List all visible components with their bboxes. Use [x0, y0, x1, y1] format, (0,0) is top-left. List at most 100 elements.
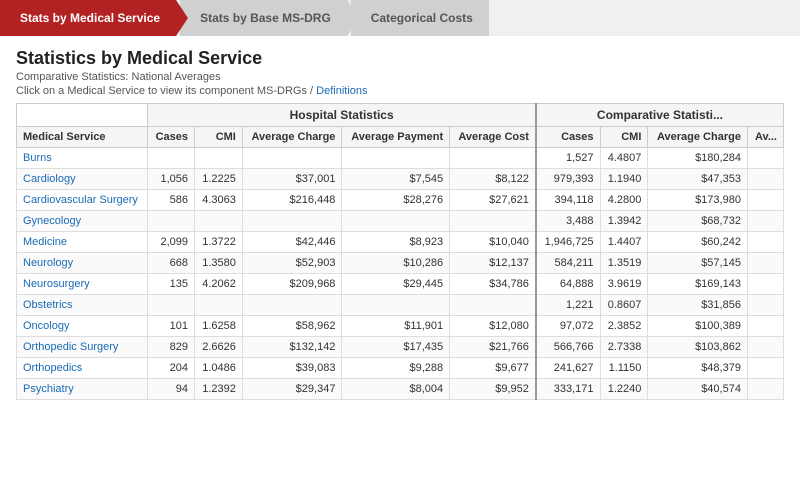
cell-nat_cases: 566,766	[536, 337, 600, 358]
cell-nat_charge: $31,856	[648, 295, 748, 316]
table-row: Neurosurgery1354.2062$209,968$29,445$34,…	[17, 274, 784, 295]
table-row: Psychiatry941.2392$29,347$8,004$9,952333…	[17, 379, 784, 400]
cell-nat_extra	[747, 274, 783, 295]
service-link[interactable]: Cardiology	[23, 173, 76, 185]
col-nat-cases: Cases	[536, 127, 600, 148]
cell-service: Obstetrics	[17, 295, 148, 316]
cell-cases	[148, 148, 195, 169]
cell-nat_extra	[747, 253, 783, 274]
service-link[interactable]: Neurosurgery	[23, 278, 90, 290]
cell-cases: 668	[148, 253, 195, 274]
cell-nat_cmi: 4.2800	[600, 190, 648, 211]
table-row: Medicine2,0991.3722$42,446$8,923$10,0401…	[17, 232, 784, 253]
cell-cases: 101	[148, 316, 195, 337]
nav-stats-medical-service[interactable]: Stats by Medical Service	[0, 0, 176, 36]
cell-nat_cmi: 1.2240	[600, 379, 648, 400]
cell-nat_extra	[747, 316, 783, 337]
cell-nat_cases: 97,072	[536, 316, 600, 337]
cell-avg_payment: $7,545	[342, 169, 450, 190]
cell-nat_extra	[747, 295, 783, 316]
cell-nat_cases: 241,627	[536, 358, 600, 379]
cell-nat_charge: $57,145	[648, 253, 748, 274]
cell-avg_cost: $9,677	[450, 358, 536, 379]
cell-nat_cmi: 1.1940	[600, 169, 648, 190]
cell-service: Oncology	[17, 316, 148, 337]
cell-nat_cases: 584,211	[536, 253, 600, 274]
cell-nat_cases: 3,488	[536, 211, 600, 232]
cell-nat_cases: 394,118	[536, 190, 600, 211]
cell-avg_charge	[242, 148, 342, 169]
table-row: Obstetrics1,2210.8607$31,856	[17, 295, 784, 316]
cell-cases: 204	[148, 358, 195, 379]
cell-service: Cardiology	[17, 169, 148, 190]
cell-avg_cost	[450, 148, 536, 169]
cell-avg_payment: $8,004	[342, 379, 450, 400]
cell-avg_cost: $34,786	[450, 274, 536, 295]
cell-avg_cost	[450, 211, 536, 232]
cell-avg_payment	[342, 211, 450, 232]
cell-nat_extra	[747, 379, 783, 400]
nav-stats-base-msdrg[interactable]: Stats by Base MS-DRG	[180, 0, 347, 36]
cell-avg_cost: $21,766	[450, 337, 536, 358]
cell-avg_charge: $37,001	[242, 169, 342, 190]
cell-cases: 829	[148, 337, 195, 358]
cell-avg_cost: $9,952	[450, 379, 536, 400]
service-link[interactable]: Orthopedic Surgery	[23, 341, 118, 353]
cell-avg_charge: $132,142	[242, 337, 342, 358]
cell-cases: 1,056	[148, 169, 195, 190]
comparative-statistics-header: Comparative Statisti...	[536, 104, 784, 127]
column-header-row: Medical Service Cases CMI Average Charge…	[17, 127, 784, 148]
service-link[interactable]: Oncology	[23, 320, 69, 332]
service-link[interactable]: Medicine	[23, 236, 67, 248]
cell-avg_payment: $17,435	[342, 337, 450, 358]
cell-avg_payment: $29,445	[342, 274, 450, 295]
cell-cmi	[194, 211, 242, 232]
cell-nat_charge: $48,379	[648, 358, 748, 379]
cell-cases: 135	[148, 274, 195, 295]
service-link[interactable]: Burns	[23, 152, 52, 164]
cell-nat_extra	[747, 169, 783, 190]
cell-cmi: 4.3063	[194, 190, 242, 211]
service-link[interactable]: Gynecology	[23, 215, 81, 227]
service-link[interactable]: Obstetrics	[23, 299, 73, 311]
cell-cmi: 1.0486	[194, 358, 242, 379]
cell-nat_cmi: 2.7338	[600, 337, 648, 358]
statistics-table-container: Hospital Statistics Comparative Statisti…	[0, 103, 800, 400]
cell-nat_cases: 333,171	[536, 379, 600, 400]
page-header: Statistics by Medical Service Comparativ…	[0, 36, 800, 103]
cell-cases: 586	[148, 190, 195, 211]
service-link[interactable]: Psychiatry	[23, 383, 74, 395]
cell-nat_extra	[747, 190, 783, 211]
nav-categorical-costs[interactable]: Categorical Costs	[351, 0, 489, 36]
col-avg-cost: Average Cost	[450, 127, 536, 148]
cell-avg_cost: $12,080	[450, 316, 536, 337]
cell-cmi: 1.3722	[194, 232, 242, 253]
cell-avg_payment: $10,286	[342, 253, 450, 274]
definitions-link[interactable]: Definitions	[316, 85, 367, 97]
cell-cases	[148, 211, 195, 232]
cell-nat_charge: $169,143	[648, 274, 748, 295]
group-header-row: Hospital Statistics Comparative Statisti…	[17, 104, 784, 127]
cell-nat_extra	[747, 358, 783, 379]
cell-cmi: 4.2062	[194, 274, 242, 295]
breadcrumb-nav: Stats by Medical Service Stats by Base M…	[0, 0, 800, 36]
cell-avg_cost: $27,621	[450, 190, 536, 211]
service-link[interactable]: Cardiovascular Surgery	[23, 194, 138, 206]
cell-avg_charge: $42,446	[242, 232, 342, 253]
cell-nat_cmi: 1.1150	[600, 358, 648, 379]
cell-avg_charge	[242, 211, 342, 232]
cell-cmi: 1.3580	[194, 253, 242, 274]
table-row: Oncology1011.6258$58,962$11,901$12,08097…	[17, 316, 784, 337]
cell-avg_payment: $28,276	[342, 190, 450, 211]
cell-cmi	[194, 148, 242, 169]
table-row: Cardiovascular Surgery5864.3063$216,448$…	[17, 190, 784, 211]
statistics-table: Hospital Statistics Comparative Statisti…	[16, 103, 784, 400]
cell-service: Psychiatry	[17, 379, 148, 400]
service-link[interactable]: Neurology	[23, 257, 73, 269]
cell-cases: 2,099	[148, 232, 195, 253]
cell-service: Gynecology	[17, 211, 148, 232]
cell-nat_charge: $40,574	[648, 379, 748, 400]
cell-service: Medicine	[17, 232, 148, 253]
cell-nat_extra	[747, 148, 783, 169]
service-link[interactable]: Orthopedics	[23, 362, 82, 374]
